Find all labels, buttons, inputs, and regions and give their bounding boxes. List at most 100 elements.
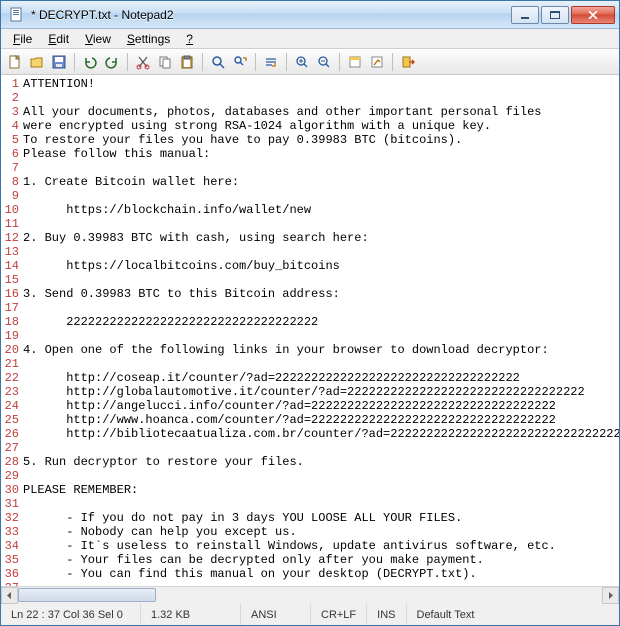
cut-button[interactable] bbox=[133, 52, 153, 72]
editor-line[interactable]: 9 bbox=[1, 189, 619, 203]
menu-settings[interactable]: Settings bbox=[119, 30, 178, 48]
line-text[interactable]: 2. Buy 0.39983 BTC with cash, using sear… bbox=[21, 231, 369, 245]
editor-line[interactable]: 21 bbox=[1, 357, 619, 371]
editor-line[interactable]: 18 22222222222222222222222222222222222 bbox=[1, 315, 619, 329]
editor-line[interactable]: 17 bbox=[1, 301, 619, 315]
line-text[interactable]: were encrypted using strong RSA-1024 alg… bbox=[21, 119, 491, 133]
open-file-button[interactable] bbox=[27, 52, 47, 72]
editor-line[interactable]: 23 http://globalautomotive.it/counter/?a… bbox=[1, 385, 619, 399]
menu-view[interactable]: View bbox=[77, 30, 119, 48]
line-text[interactable] bbox=[21, 441, 23, 455]
line-text[interactable] bbox=[21, 301, 23, 315]
scheme-button[interactable] bbox=[345, 52, 365, 72]
find-button[interactable] bbox=[208, 52, 228, 72]
replace-button[interactable] bbox=[230, 52, 250, 72]
line-text[interactable] bbox=[21, 245, 23, 259]
editor-line[interactable]: 3All your documents, photos, databases a… bbox=[1, 105, 619, 119]
editor-line[interactable]: 163. Send 0.39983 BTC to this Bitcoin ad… bbox=[1, 287, 619, 301]
editor-line[interactable]: 27 bbox=[1, 441, 619, 455]
line-text[interactable] bbox=[21, 161, 23, 175]
editor-line[interactable]: 30PLEASE REMEMBER: bbox=[1, 483, 619, 497]
zoom-in-button[interactable] bbox=[292, 52, 312, 72]
editor-line[interactable]: 29 bbox=[1, 469, 619, 483]
editor-line[interactable]: 81. Create Bitcoin wallet here: bbox=[1, 175, 619, 189]
customize-button[interactable] bbox=[367, 52, 387, 72]
line-text[interactable]: PLEASE REMEMBER: bbox=[21, 483, 138, 497]
exit-button[interactable] bbox=[398, 52, 418, 72]
new-file-button[interactable] bbox=[5, 52, 25, 72]
horizontal-scrollbar[interactable] bbox=[1, 586, 619, 603]
editor-line[interactable]: 22 http://coseap.it/counter/?ad=22222222… bbox=[1, 371, 619, 385]
line-text[interactable]: ATTENTION! bbox=[21, 77, 95, 91]
editor-area[interactable]: 1ATTENTION!23All your documents, photos,… bbox=[1, 75, 619, 586]
line-text[interactable]: http://angelucci.info/counter/?ad=222222… bbox=[21, 399, 556, 413]
editor-line[interactable]: 15 bbox=[1, 273, 619, 287]
editor-line[interactable]: 31 bbox=[1, 497, 619, 511]
line-text[interactable]: - Nobody can help you except us. bbox=[21, 525, 297, 539]
close-button[interactable] bbox=[571, 6, 615, 24]
line-text[interactable]: 1. Create Bitcoin wallet here: bbox=[21, 175, 239, 189]
editor-line[interactable]: 35 - Your files can be decrypted only af… bbox=[1, 553, 619, 567]
line-text[interactable]: https://blockchain.info/wallet/new bbox=[21, 203, 311, 217]
line-text[interactable]: 22222222222222222222222222222222222 bbox=[21, 315, 318, 329]
editor-line[interactable]: 33 - Nobody can help you except us. bbox=[1, 525, 619, 539]
editor-line[interactable]: 13 bbox=[1, 245, 619, 259]
line-text[interactable]: https://localbitcoins.com/buy_bitcoins bbox=[21, 259, 340, 273]
editor-line[interactable]: 204. Open one of the following links in … bbox=[1, 343, 619, 357]
line-text[interactable]: 3. Send 0.39983 BTC to this Bitcoin addr… bbox=[21, 287, 340, 301]
line-text[interactable] bbox=[21, 357, 23, 371]
editor-line[interactable]: 34 - It`s useless to reinstall Windows, … bbox=[1, 539, 619, 553]
editor-line[interactable]: 4were encrypted using strong RSA-1024 al… bbox=[1, 119, 619, 133]
line-text[interactable]: - Your files can be decrypted only after… bbox=[21, 553, 484, 567]
line-text[interactable] bbox=[21, 189, 23, 203]
line-text[interactable]: 5. Run decryptor to restore your files. bbox=[21, 455, 304, 469]
scroll-track[interactable] bbox=[18, 587, 602, 604]
line-text[interactable]: - If you do not pay in 3 days YOU LOOSE … bbox=[21, 511, 462, 525]
editor-line[interactable]: 25 http://www.hoanca.com/counter/?ad=222… bbox=[1, 413, 619, 427]
line-text[interactable]: - It`s useless to reinstall Windows, upd… bbox=[21, 539, 556, 553]
editor-line[interactable]: 10 https://blockchain.info/wallet/new bbox=[1, 203, 619, 217]
editor-line[interactable]: 2 bbox=[1, 91, 619, 105]
editor-line[interactable]: 11 bbox=[1, 217, 619, 231]
line-text[interactable]: http://bibliotecaatualiza.com.br/counter… bbox=[21, 427, 619, 441]
line-text[interactable] bbox=[21, 329, 23, 343]
copy-button[interactable] bbox=[155, 52, 175, 72]
menu-file[interactable]: File bbox=[5, 30, 40, 48]
line-text[interactable]: http://www.hoanca.com/counter/?ad=222222… bbox=[21, 413, 556, 427]
titlebar[interactable]: * DECRYPT.txt - Notepad2 bbox=[1, 1, 619, 29]
scroll-right-button[interactable] bbox=[602, 587, 619, 604]
menu-help[interactable]: ? bbox=[178, 30, 201, 48]
line-text[interactable]: http://coseap.it/counter/?ad=22222222222… bbox=[21, 371, 520, 385]
line-text[interactable] bbox=[21, 217, 23, 231]
line-text[interactable] bbox=[21, 497, 23, 511]
paste-button[interactable] bbox=[177, 52, 197, 72]
editor-line[interactable]: 26 http://bibliotecaatualiza.com.br/coun… bbox=[1, 427, 619, 441]
editor-line[interactable]: 285. Run decryptor to restore your files… bbox=[1, 455, 619, 469]
redo-button[interactable] bbox=[102, 52, 122, 72]
line-text[interactable] bbox=[21, 91, 23, 105]
line-text[interactable]: All your documents, photos, databases an… bbox=[21, 105, 541, 119]
word-wrap-button[interactable] bbox=[261, 52, 281, 72]
editor-line[interactable]: 1ATTENTION! bbox=[1, 77, 619, 91]
undo-button[interactable] bbox=[80, 52, 100, 72]
line-text[interactable]: Please follow this manual: bbox=[21, 147, 210, 161]
maximize-button[interactable] bbox=[541, 6, 569, 24]
editor-line[interactable]: 24 http://angelucci.info/counter/?ad=222… bbox=[1, 399, 619, 413]
editor-line[interactable]: 32 - If you do not pay in 3 days YOU LOO… bbox=[1, 511, 619, 525]
editor-line[interactable]: 6Please follow this manual: bbox=[1, 147, 619, 161]
scroll-thumb[interactable] bbox=[18, 588, 156, 602]
editor-line[interactable]: 19 bbox=[1, 329, 619, 343]
line-text[interactable] bbox=[21, 273, 23, 287]
line-text[interactable]: - You can find this manual on your deskt… bbox=[21, 567, 477, 581]
scroll-left-button[interactable] bbox=[1, 587, 18, 604]
line-text[interactable]: 4. Open one of the following links in yo… bbox=[21, 343, 549, 357]
save-button[interactable] bbox=[49, 52, 69, 72]
line-text[interactable]: To restore your files you have to pay 0.… bbox=[21, 133, 462, 147]
line-text[interactable] bbox=[21, 469, 23, 483]
minimize-button[interactable] bbox=[511, 6, 539, 24]
zoom-out-button[interactable] bbox=[314, 52, 334, 72]
editor-line[interactable]: 36 - You can find this manual on your de… bbox=[1, 567, 619, 581]
editor-line[interactable]: 14 https://localbitcoins.com/buy_bitcoin… bbox=[1, 259, 619, 273]
editor-line[interactable]: 7 bbox=[1, 161, 619, 175]
menu-edit[interactable]: Edit bbox=[40, 30, 77, 48]
